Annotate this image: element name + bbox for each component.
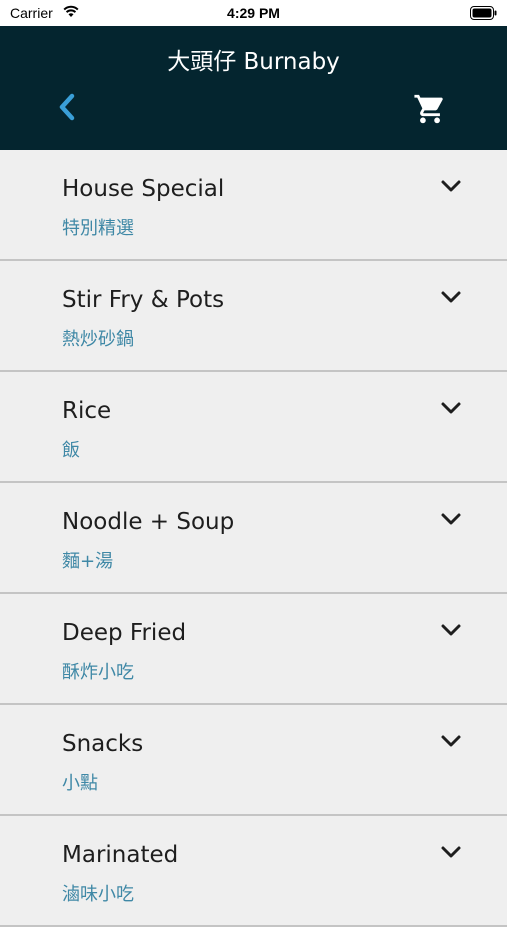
- category-name: Marinated: [62, 842, 179, 868]
- chevron-down-icon[interactable]: [440, 178, 462, 194]
- category-name: House Special: [62, 176, 225, 202]
- category-item-noodle-soup[interactable]: Noodle + Soup 麵+湯: [0, 483, 507, 594]
- category-item-stir-fry-pots[interactable]: Stir Fry & Pots 熱炒砂鍋: [0, 261, 507, 372]
- category-item-snacks[interactable]: Snacks 小點: [0, 705, 507, 816]
- category-name: Deep Fried: [62, 620, 187, 646]
- category-item-house-special[interactable]: House Special 特別精選: [0, 150, 507, 261]
- shopping-cart-icon: [414, 94, 443, 124]
- category-item-deep-fried[interactable]: Deep Fried 酥炸小吃: [0, 594, 507, 705]
- battery-icon: [470, 6, 497, 20]
- nav-header: 大頭仔 Burnaby: [0, 26, 507, 150]
- chevron-down-icon[interactable]: [440, 622, 462, 638]
- category-subtitle: 飯: [62, 440, 80, 461]
- chevron-left-icon: [59, 93, 75, 121]
- category-item-marinated[interactable]: Marinated 滷味小吃: [0, 816, 507, 927]
- category-name: Rice: [62, 398, 112, 424]
- chevron-down-icon[interactable]: [440, 844, 462, 860]
- category-subtitle: 小點: [62, 773, 98, 794]
- chevron-down-icon[interactable]: [440, 400, 462, 416]
- category-name: Noodle + Soup: [62, 509, 235, 535]
- category-name: Snacks: [62, 731, 144, 757]
- chevron-down-icon[interactable]: [440, 733, 462, 749]
- page-title: 大頭仔 Burnaby: [167, 49, 340, 75]
- category-name: Stir Fry & Pots: [62, 287, 225, 313]
- category-subtitle: 酥炸小吃: [62, 662, 134, 683]
- category-subtitle: 麵+湯: [62, 551, 114, 572]
- chevron-down-icon[interactable]: [440, 289, 462, 305]
- status-bar: Carrier 4:29 PM: [0, 0, 507, 26]
- category-subtitle: 滷味小吃: [62, 884, 134, 905]
- chevron-down-icon[interactable]: [440, 511, 462, 527]
- category-item-rice[interactable]: Rice 飯: [0, 372, 507, 483]
- category-subtitle: 特別精選: [62, 218, 134, 239]
- cart-button[interactable]: [410, 90, 450, 128]
- status-time: 4:29 PM: [227, 5, 280, 21]
- back-button[interactable]: [50, 90, 84, 124]
- category-subtitle: 熱炒砂鍋: [62, 329, 134, 350]
- category-list: House Special 特別精選 Stir Fry & Pots 熱炒砂鍋 …: [0, 150, 507, 927]
